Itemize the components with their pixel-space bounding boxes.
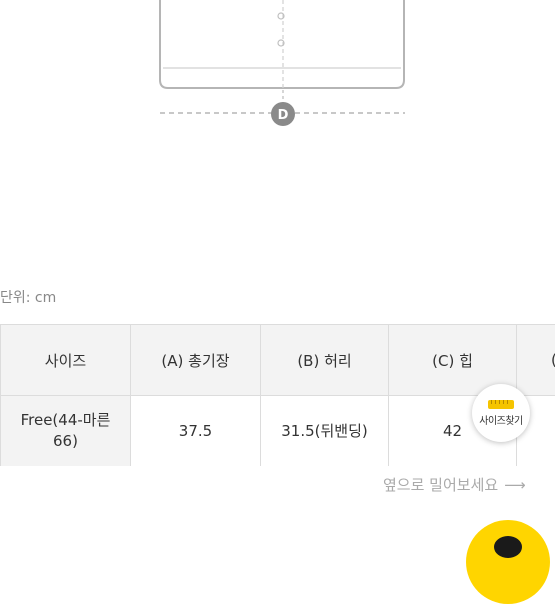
unit-label: 단위: cm [0,287,56,307]
size-table-scroll-area[interactable]: 사이즈 (A) 총기장 (B) 허리 (C) 힙 ( Free(44-마른 66… [0,324,555,466]
arrow-right-icon: ⟶ [504,476,526,494]
ruler-icon [488,400,514,409]
size-table-header-row: 사이즈 (A) 총기장 (B) 허리 (C) 힙 ( [1,325,555,396]
size-table: 사이즈 (A) 총기장 (B) 허리 (C) 힙 ( Free(44-마른 66… [0,324,555,466]
measurement-marker-d-label: D [278,108,289,123]
size-finder-button[interactable]: 사이즈찾기 [472,384,530,442]
garment-measurement-diagram: D [0,0,555,135]
chat-floating-button[interactable] [466,520,550,604]
cell-total-length: 37.5 [131,396,261,467]
header-size: 사이즈 [1,325,131,396]
cell-size: Free(44-마른 66) [1,396,131,467]
swipe-hint-text: 옆으로 밀어보세요 [383,476,498,494]
header-next-column: ( [517,325,555,396]
size-finder-label: 사이즈찾기 [479,412,523,427]
header-waist: (B) 허리 [261,325,389,396]
header-total-length: (A) 총기장 [131,325,261,396]
swipe-hint: 옆으로 밀어보세요 ⟶ [383,474,526,495]
cell-waist: 31.5(뒤밴딩) [261,396,389,467]
